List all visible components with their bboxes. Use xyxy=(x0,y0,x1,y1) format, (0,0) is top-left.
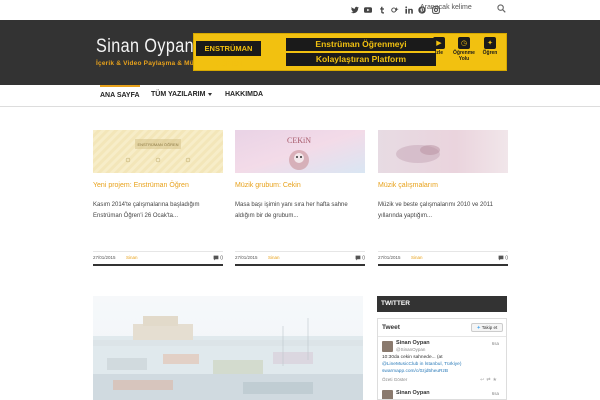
tweet-author-handle[interactable]: @SinanOypan xyxy=(396,347,425,352)
post-meta: 27/01/2015 Sinan 0 xyxy=(93,251,223,266)
tweet-author-name[interactable]: Sinan Oypan xyxy=(396,340,430,346)
post-card: Müzik çalışmalarım Müzik ve beste çalışm… xyxy=(378,130,508,266)
comment-icon xyxy=(355,255,361,261)
banner-headline-2: Kolaylaştıran Platform xyxy=(286,53,436,66)
comment-count[interactable]: 0 xyxy=(213,255,223,261)
post-author[interactable]: Sinan xyxy=(268,255,280,260)
clock-icon: ◷ xyxy=(458,37,470,49)
person-icon: ✦ xyxy=(484,37,496,49)
post-meta: 27/01/2015 Sinan 0 xyxy=(235,251,365,266)
banner-feature-path: ◷ Öğrenme Yolu xyxy=(453,37,475,62)
post-title[interactable]: Yeni projem: Enstrüman Öğren xyxy=(93,182,223,189)
banner-feature-learn: ✦ Öğren xyxy=(479,37,501,57)
timeline-title: Tweet xyxy=(382,324,400,331)
avatar[interactable] xyxy=(382,341,393,352)
nav-item-all-posts[interactable]: TÜM YAZILARIM xyxy=(151,85,213,107)
comment-count[interactable]: 0 xyxy=(355,255,365,261)
tweet-author-name[interactable]: Sinan Oypan xyxy=(396,390,430,396)
search-input[interactable]: Aranacak kelime xyxy=(420,4,472,11)
post-date: 27/01/2015 xyxy=(378,255,401,260)
post-excerpt: Masa başı işimin yanı sıra her hafta sah… xyxy=(235,202,348,219)
divider xyxy=(378,336,506,337)
tweet-time[interactable]: 6sa xyxy=(492,391,499,396)
tweet-time[interactable]: 6sa xyxy=(492,341,499,346)
post-date: 27/01/2015 xyxy=(235,255,258,260)
twitter-bird-icon: ✦ xyxy=(476,325,481,330)
chevron-down-icon xyxy=(208,92,213,96)
main-nav: ANA SAYFA TÜM YAZILARIM HAKKIMDA xyxy=(0,85,600,107)
search-icon[interactable] xyxy=(497,4,506,13)
nav-item-home[interactable]: ANA SAYFA xyxy=(100,85,140,107)
tumblr-icon[interactable] xyxy=(375,4,388,16)
nav-item-about[interactable]: HAKKIMDA xyxy=(225,85,263,107)
twitter-icon[interactable] xyxy=(348,4,361,16)
youtube-icon[interactable] xyxy=(362,4,375,16)
post-meta: 27/01/2015 Sinan 0 xyxy=(378,251,508,266)
favorite-icon[interactable]: ★ xyxy=(493,377,499,383)
play-icon: ▶ xyxy=(433,37,445,49)
post-author[interactable]: Sinan xyxy=(411,255,423,260)
twitter-widget-heading: TWITTER xyxy=(377,296,507,312)
google-plus-icon[interactable] xyxy=(389,4,402,16)
post-title[interactable]: Müzik çalışmalarım xyxy=(378,182,508,189)
follow-button[interactable]: ✦ Takip et xyxy=(471,323,503,332)
svg-text:CEKiN: CEKiN xyxy=(287,136,311,145)
banner-headline-1: Enstrüman Öğrenmeyi xyxy=(286,38,436,51)
post-excerpt: Kasım 2014'te çalışmalarına başladığım E… xyxy=(93,202,200,219)
tweet-text: 10:30da cekin sahnede... (at xyxy=(382,355,443,360)
banner-brand: ENSTRÜMAN ÖĞREN xyxy=(196,41,261,68)
tweet-url-link[interactable]: swarmapp.com/c/0zjd5heuRzB xyxy=(382,369,448,374)
post-thumbnail[interactable]: CEKiN xyxy=(235,130,365,173)
comment-icon xyxy=(213,255,219,261)
site-tagline: İçerik & Video Paylaşma & Müzik xyxy=(96,60,204,67)
banner-feature-watch: ▶ İzle xyxy=(428,37,450,57)
header-banner-ad[interactable]: ENSTRÜMAN ÖĞREN Enstrüman Öğrenmeyi Kola… xyxy=(193,33,507,71)
site-title[interactable]: Sinan Oypan xyxy=(96,36,194,58)
post-card: ENSTRÜMAN ÖĞREN Yeni projem: Enstrüman Ö… xyxy=(93,130,223,266)
tweet-mention-link[interactable]: @LineMusicClub in İstanbul, Türkiye) xyxy=(382,362,461,367)
post-excerpt: Müzik ve beste çalışmalarımı 2010 ve 201… xyxy=(378,202,493,219)
post-title[interactable]: Müzik grubum: Cekin xyxy=(235,182,365,189)
svg-text:ENSTRÜMAN ÖĞREN: ENSTRÜMAN ÖĞREN xyxy=(137,142,178,147)
post-thumbnail[interactable]: ENSTRÜMAN ÖĞREN xyxy=(93,130,223,173)
post-date: 27/01/2015 xyxy=(93,255,116,260)
linkedin-icon[interactable] xyxy=(402,4,415,16)
post-thumbnail[interactable] xyxy=(378,130,508,173)
comment-count[interactable]: 0 xyxy=(498,255,508,261)
featured-slider-image[interactable] xyxy=(93,296,363,400)
tweet-actions[interactable]: ↩⇄★ xyxy=(480,377,499,383)
avatar[interactable] xyxy=(382,390,393,399)
comment-icon xyxy=(498,255,504,261)
post-author[interactable]: Sinan xyxy=(126,255,138,260)
twitter-timeline: Tweet ✦ Takip et Sinan Oypan @SinanOypan… xyxy=(377,318,507,400)
post-card: CEKiN Müzik grubum: Cekin Masa başı işim… xyxy=(235,130,365,266)
top-bar: Aranacak kelime xyxy=(0,0,600,20)
show-summary-link[interactable]: Özeti Göster xyxy=(382,377,407,382)
